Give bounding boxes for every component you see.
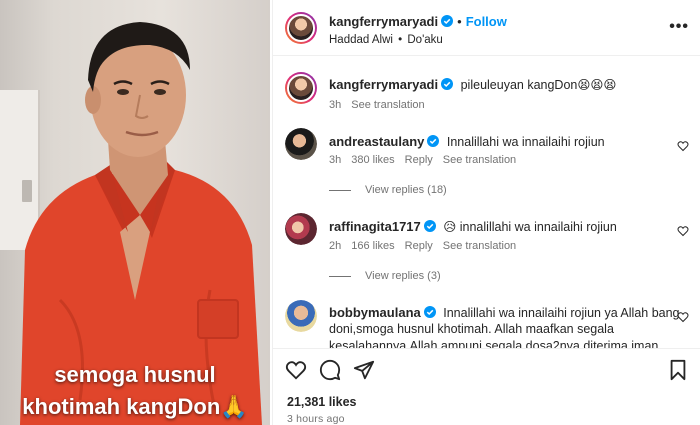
post-likes-count[interactable]: 21,381 likes: [287, 395, 357, 409]
comment-username[interactable]: bobbymaulana: [329, 305, 421, 320]
comment-username[interactable]: raffinagita1717: [329, 219, 421, 234]
comment-icon[interactable]: [319, 359, 341, 381]
heart-icon[interactable]: [677, 311, 689, 323]
post-actions: 21,381 likes 3 hours ago: [273, 348, 700, 425]
see-translation-link[interactable]: See translation: [443, 154, 516, 166]
author-avatar[interactable]: [285, 12, 317, 44]
replies-line: [329, 189, 351, 191]
comment-username[interactable]: andreastaulany: [329, 134, 424, 149]
comment-text-line-3: kesalahannya,Allah ampuni segala dosa2ny…: [329, 339, 659, 348]
comment-time: 3h: [329, 154, 342, 166]
comment-text: 😥 innalillahi wa innailaihi rojiun: [443, 220, 617, 234]
header-separator: •: [457, 14, 462, 29]
caption-line-1: semoga husnul: [54, 362, 216, 387]
view-replies-label: View replies (3): [365, 270, 441, 282]
comment-avatar[interactable]: [285, 213, 317, 245]
follow-button[interactable]: Follow: [466, 14, 507, 29]
comment-text-line-1: Innalillahi wa innailaihi rojiun ya Alla…: [443, 306, 680, 320]
comment-item: andreastaulany Innalillahi wa innailaihi…: [273, 128, 700, 198]
comment-username[interactable]: kangferrymaryadi: [329, 77, 438, 92]
comment-text: pileuleuyan kangDon😫😫😫: [460, 78, 617, 92]
post-header: kangferrymaryadi • Follow Haddad Alwi • Do…: [273, 0, 700, 56]
audio-title: Do'aku: [407, 34, 443, 46]
post-timestamp[interactable]: 3 hours ago: [287, 413, 345, 425]
comment-likes[interactable]: 380 likes: [351, 154, 394, 166]
verified-badge-icon: [423, 306, 436, 318]
post-details-panel: kangferrymaryadi • Follow Haddad Alwi • Do…: [272, 0, 700, 425]
author-username[interactable]: kangferrymaryadi: [329, 14, 438, 29]
comment-time: 2h: [329, 240, 342, 252]
see-translation-link[interactable]: See translation: [443, 240, 516, 252]
comment-avatar[interactable]: [285, 128, 317, 160]
comment-item: bobbymaulana Innalillahi wa innailaihi r…: [273, 298, 700, 348]
heart-icon[interactable]: [677, 225, 689, 237]
author-caption-comment: kangferrymaryadi pileuleuyan kangDon😫😫😫 …: [273, 72, 700, 122]
bookmark-icon[interactable]: [667, 359, 689, 381]
comment-text-line-2: doni,smoga husnul khotimah. Allah maafka…: [329, 322, 614, 336]
caption-line-2: khotimah kangDon🙏: [22, 394, 248, 419]
view-replies-button[interactable]: View replies (18): [329, 184, 447, 196]
reply-button[interactable]: Reply: [405, 154, 433, 166]
reply-button[interactable]: Reply: [405, 240, 433, 252]
see-translation-link[interactable]: See translation: [351, 99, 424, 111]
audio-artist: Haddad Alwi: [329, 34, 393, 46]
verified-badge-icon: [441, 15, 454, 27]
post-media[interactable]: semoga husnul khotimah kangDon🙏: [0, 0, 270, 425]
comment-item: raffinagita1717 😥 innalillahi wa innaila…: [273, 213, 700, 283]
verified-badge-icon: [441, 78, 454, 90]
comment-likes[interactable]: 166 likes: [351, 240, 394, 252]
verified-badge-icon: [423, 220, 436, 232]
view-replies-button[interactable]: View replies (3): [329, 270, 441, 282]
comment-avatar[interactable]: [285, 72, 317, 104]
like-heart-icon[interactable]: [285, 359, 307, 381]
verified-badge-icon: [427, 135, 440, 147]
comment-text: Innalillahi wa innailaihi rojiun: [446, 135, 605, 149]
view-replies-label: View replies (18): [365, 184, 447, 196]
comment-avatar[interactable]: [285, 300, 317, 332]
heart-icon[interactable]: [677, 140, 689, 152]
share-icon[interactable]: [353, 359, 375, 381]
comment-time: 3h: [329, 99, 342, 111]
audio-info[interactable]: Haddad Alwi • Do'aku: [329, 34, 443, 46]
replies-line: [329, 275, 351, 277]
more-icon[interactable]: •••: [669, 18, 689, 36]
audio-separator: •: [398, 34, 403, 46]
